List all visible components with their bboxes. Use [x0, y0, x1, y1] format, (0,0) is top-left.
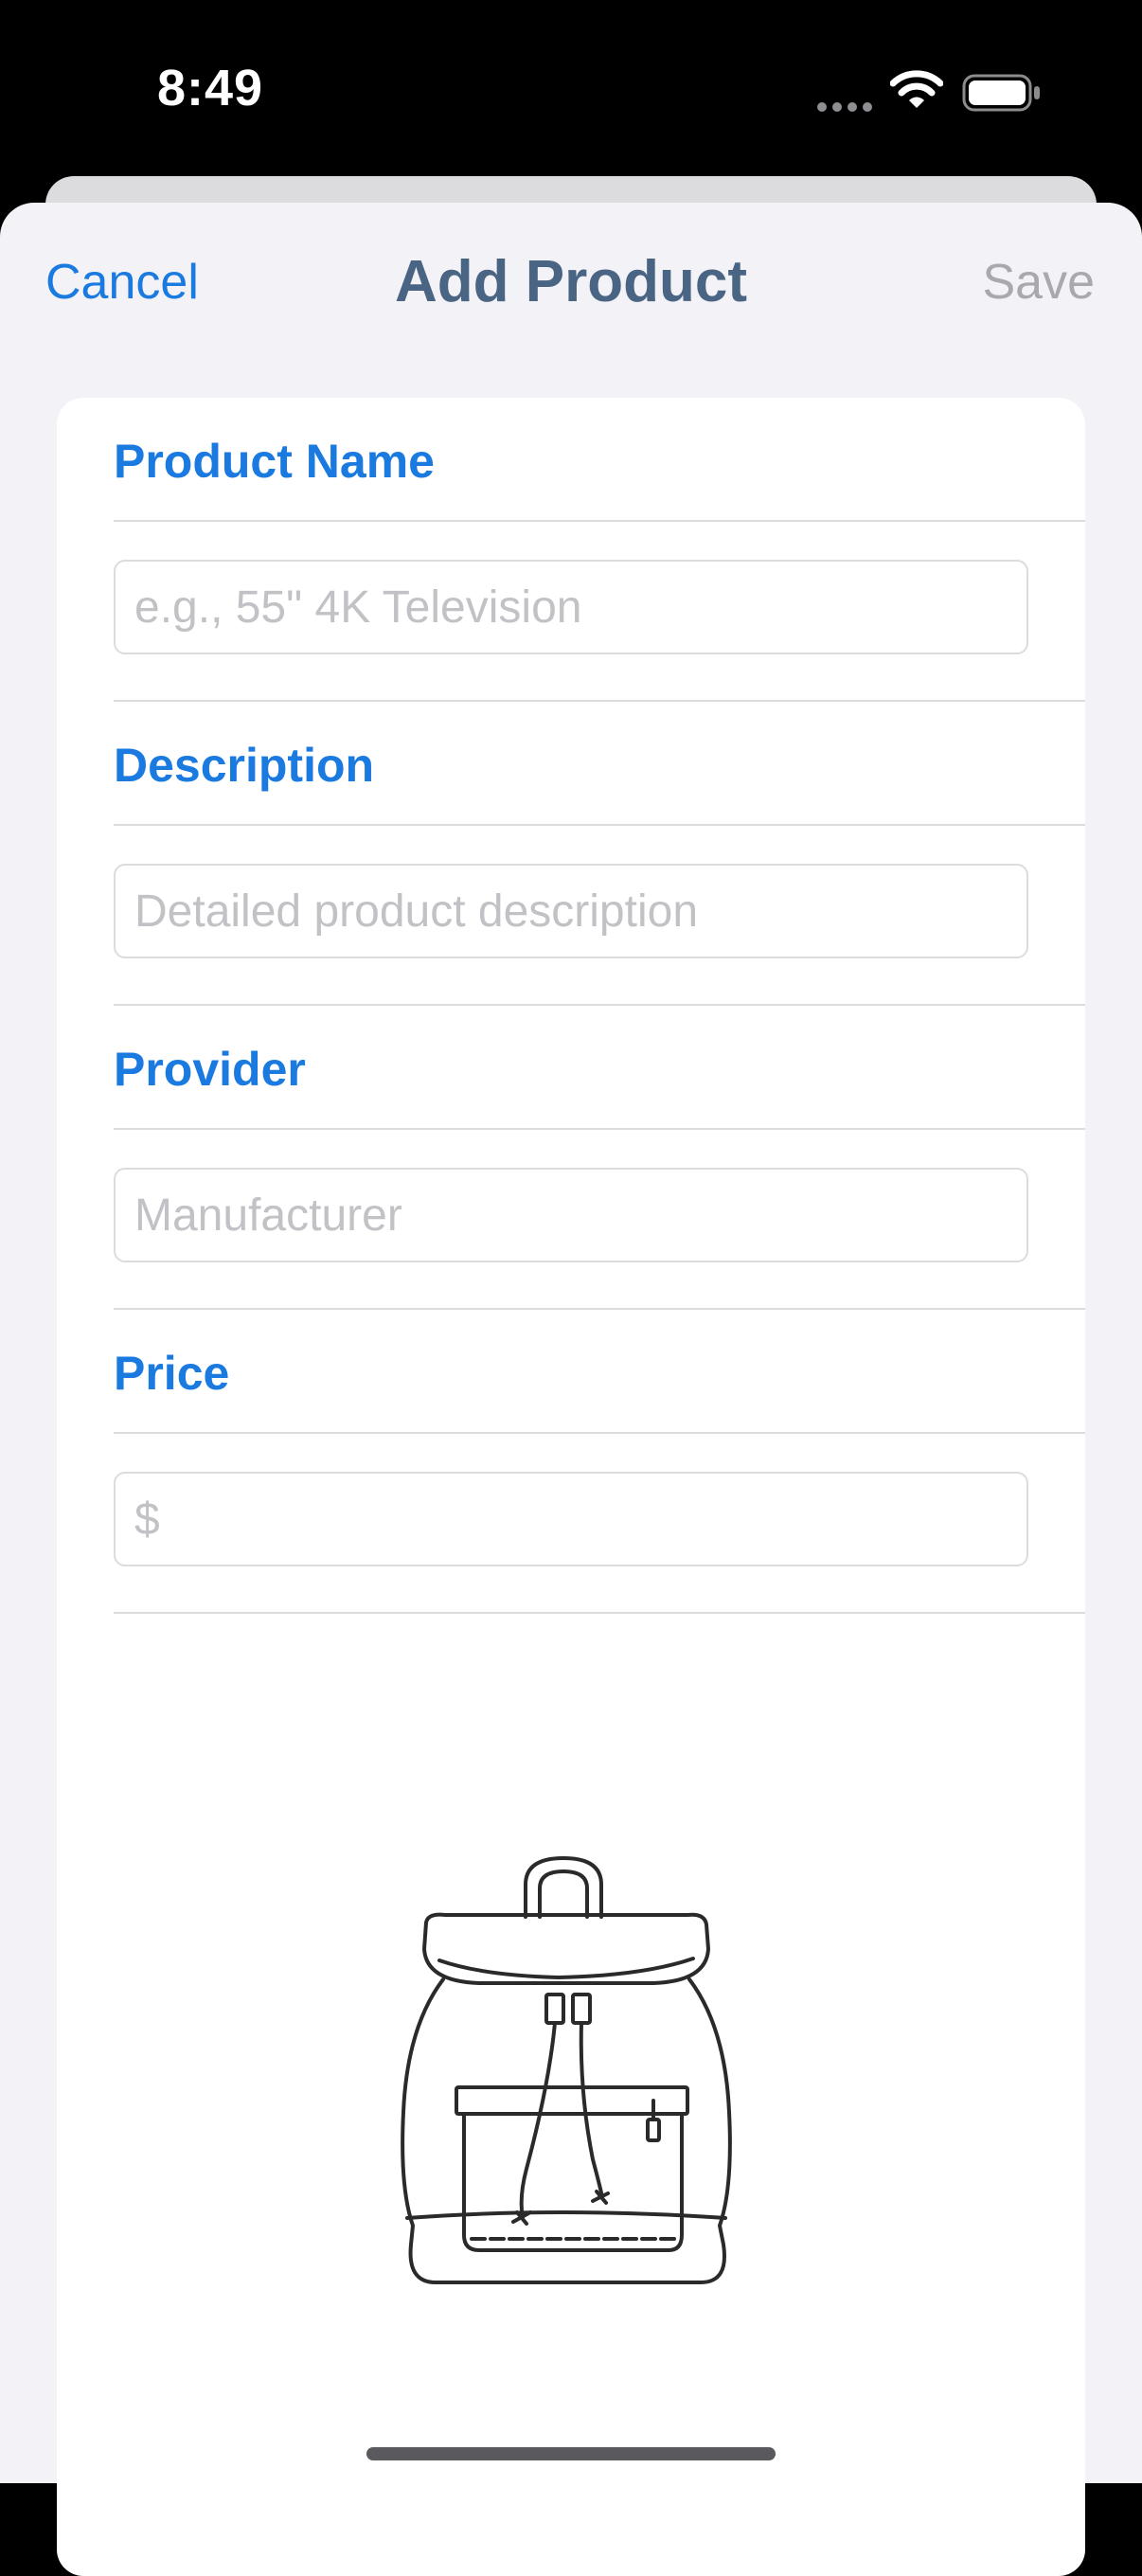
divider	[114, 1004, 1085, 1006]
divider	[114, 1432, 1085, 1434]
description-label: Description	[114, 739, 375, 792]
home-indicator[interactable]	[366, 2447, 776, 2460]
divider	[114, 1128, 1085, 1130]
signal-dots-icon	[816, 100, 875, 117]
provider-label: Provider	[114, 1043, 306, 1096]
wifi-icon	[889, 70, 944, 115]
save-button[interactable]: Save	[982, 254, 1095, 311]
divider	[114, 1612, 1085, 1614]
divider	[114, 700, 1085, 702]
description-input[interactable]	[134, 866, 1026, 957]
product-name-input[interactable]	[134, 562, 1026, 653]
divider	[114, 824, 1085, 826]
battery-icon	[962, 74, 1042, 116]
provider-field[interactable]	[114, 1168, 1028, 1262]
divider	[114, 520, 1085, 522]
divider	[114, 1308, 1085, 1310]
price-field[interactable]	[114, 1472, 1028, 1566]
cancel-button[interactable]: Cancel	[45, 254, 199, 311]
provider-input[interactable]	[134, 1170, 1026, 1261]
price-label: Price	[114, 1347, 230, 1400]
price-input[interactable]	[134, 1474, 1026, 1565]
backpack-icon[interactable]	[369, 1847, 776, 2297]
product-name-field[interactable]	[114, 560, 1028, 654]
status-time: 8:49	[157, 60, 264, 116]
description-field[interactable]	[114, 864, 1028, 958]
product-name-label: Product Name	[114, 435, 435, 488]
status-bar: 8:49	[0, 0, 1142, 180]
